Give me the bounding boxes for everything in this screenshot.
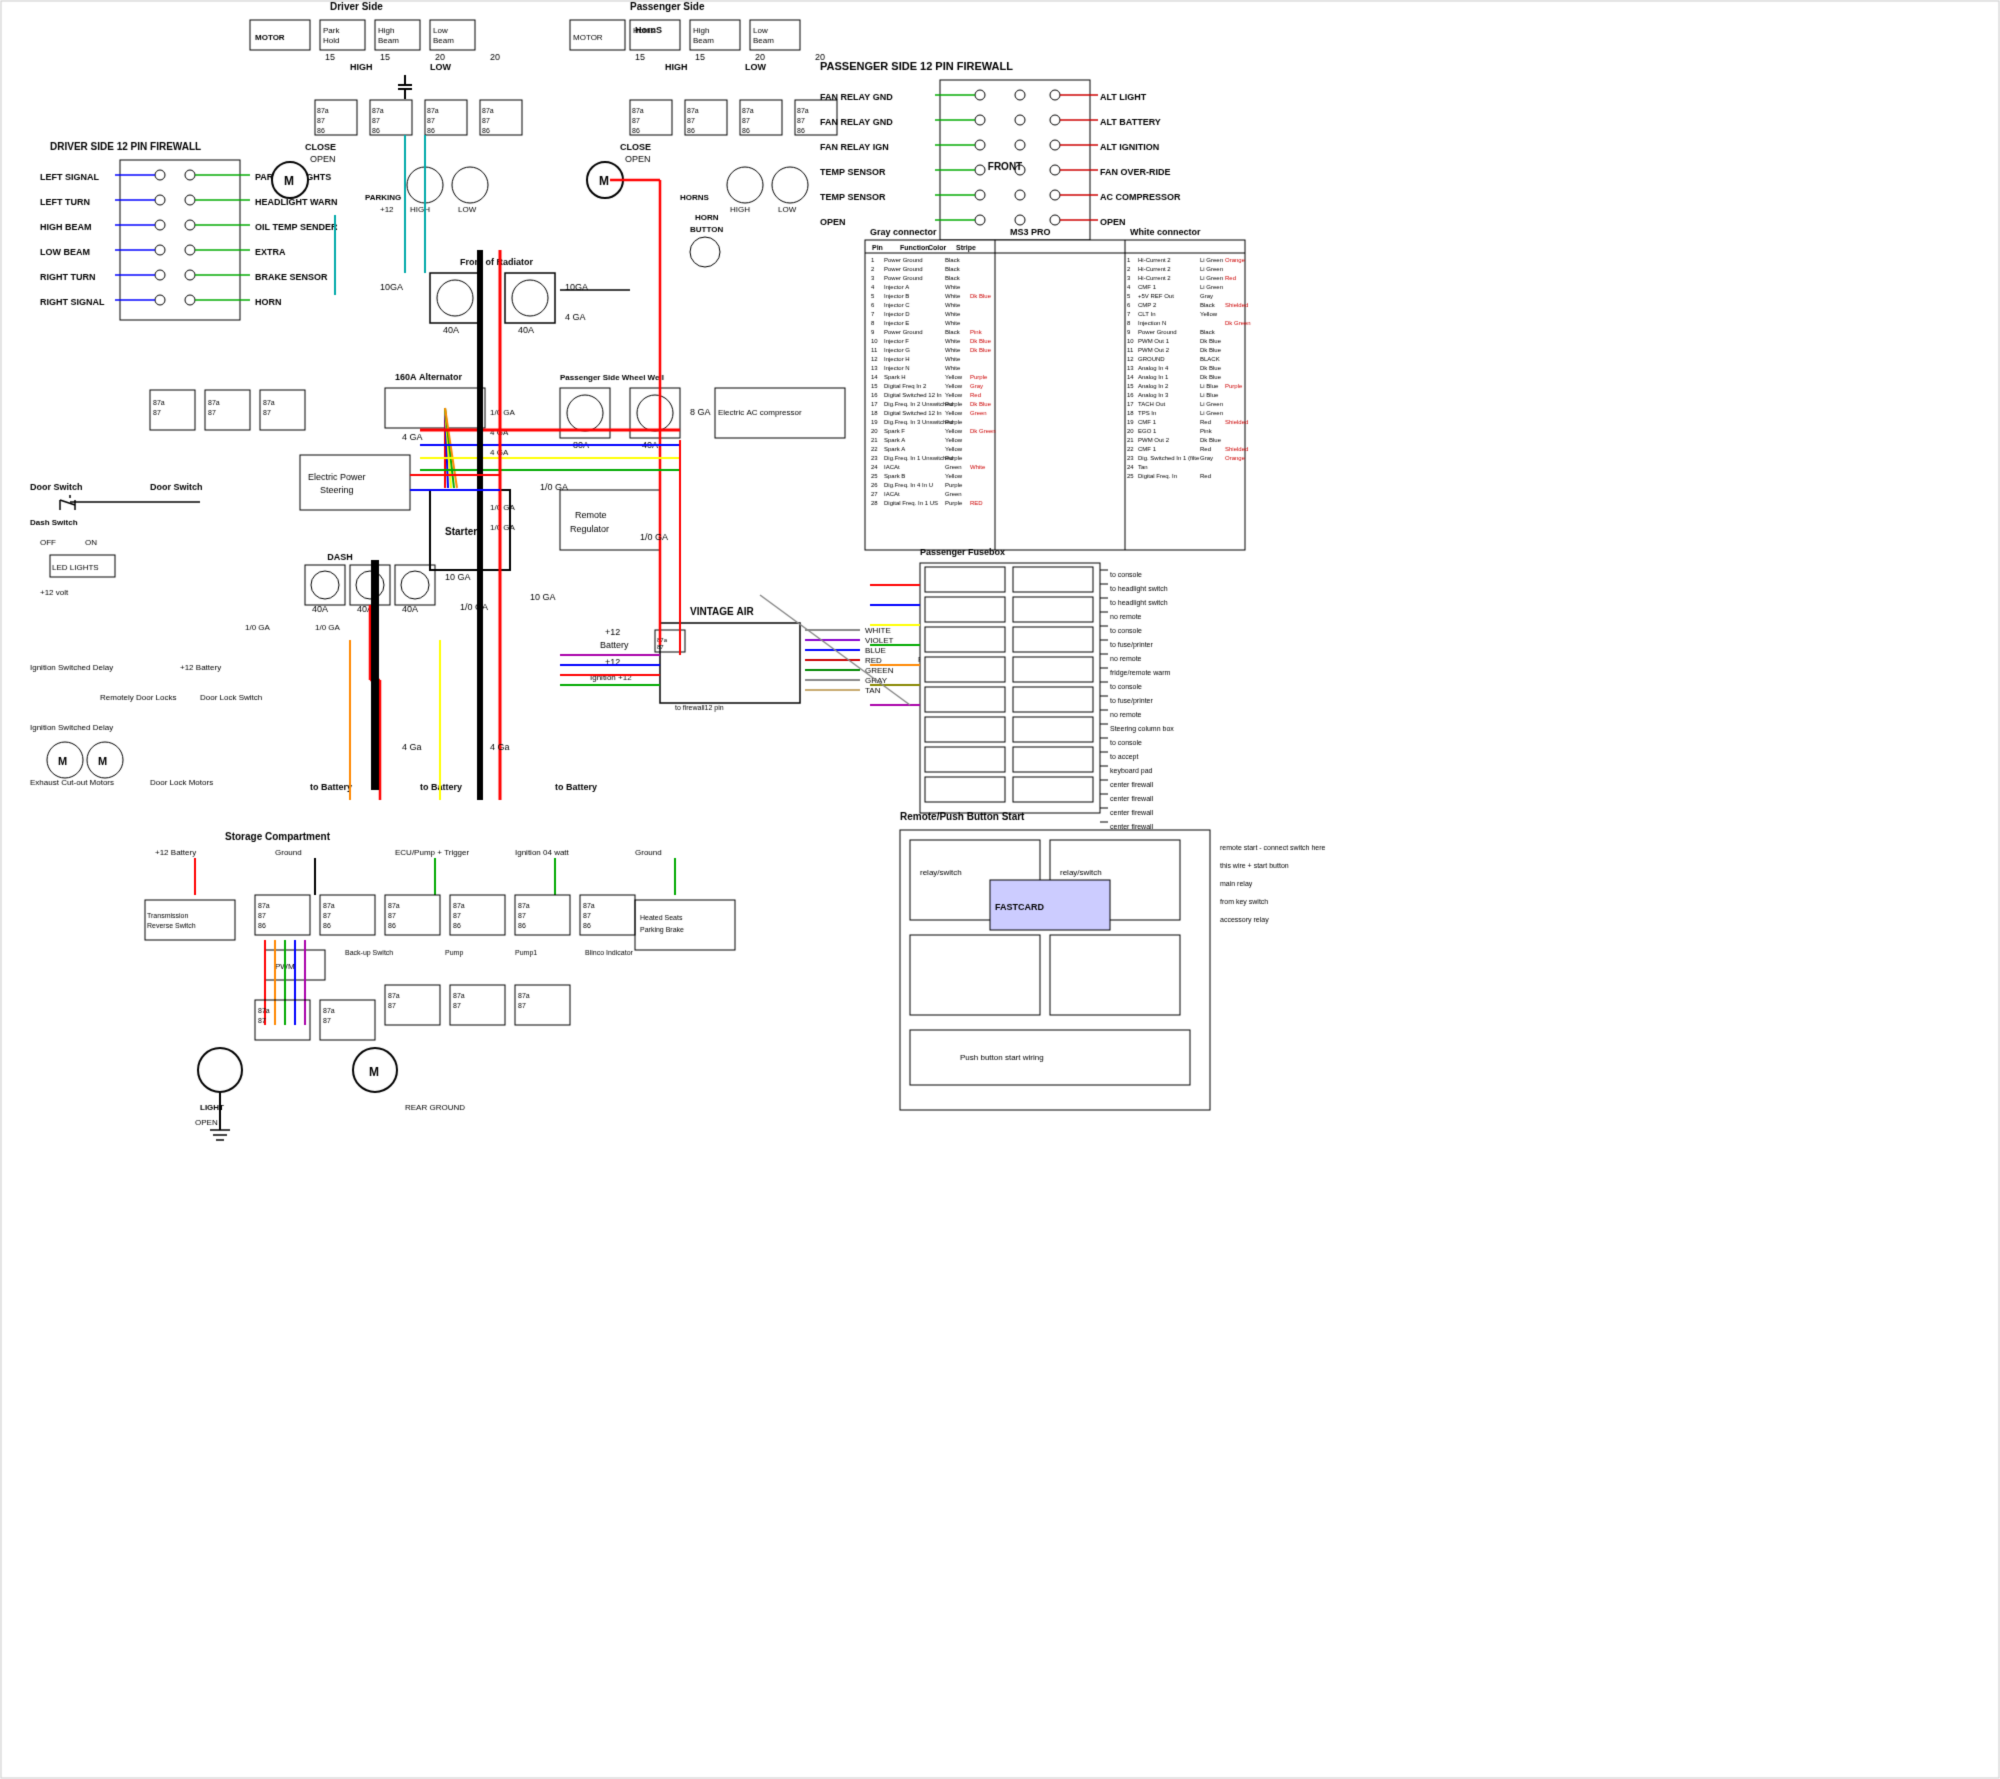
wiring-diagram (0, 0, 2000, 1779)
